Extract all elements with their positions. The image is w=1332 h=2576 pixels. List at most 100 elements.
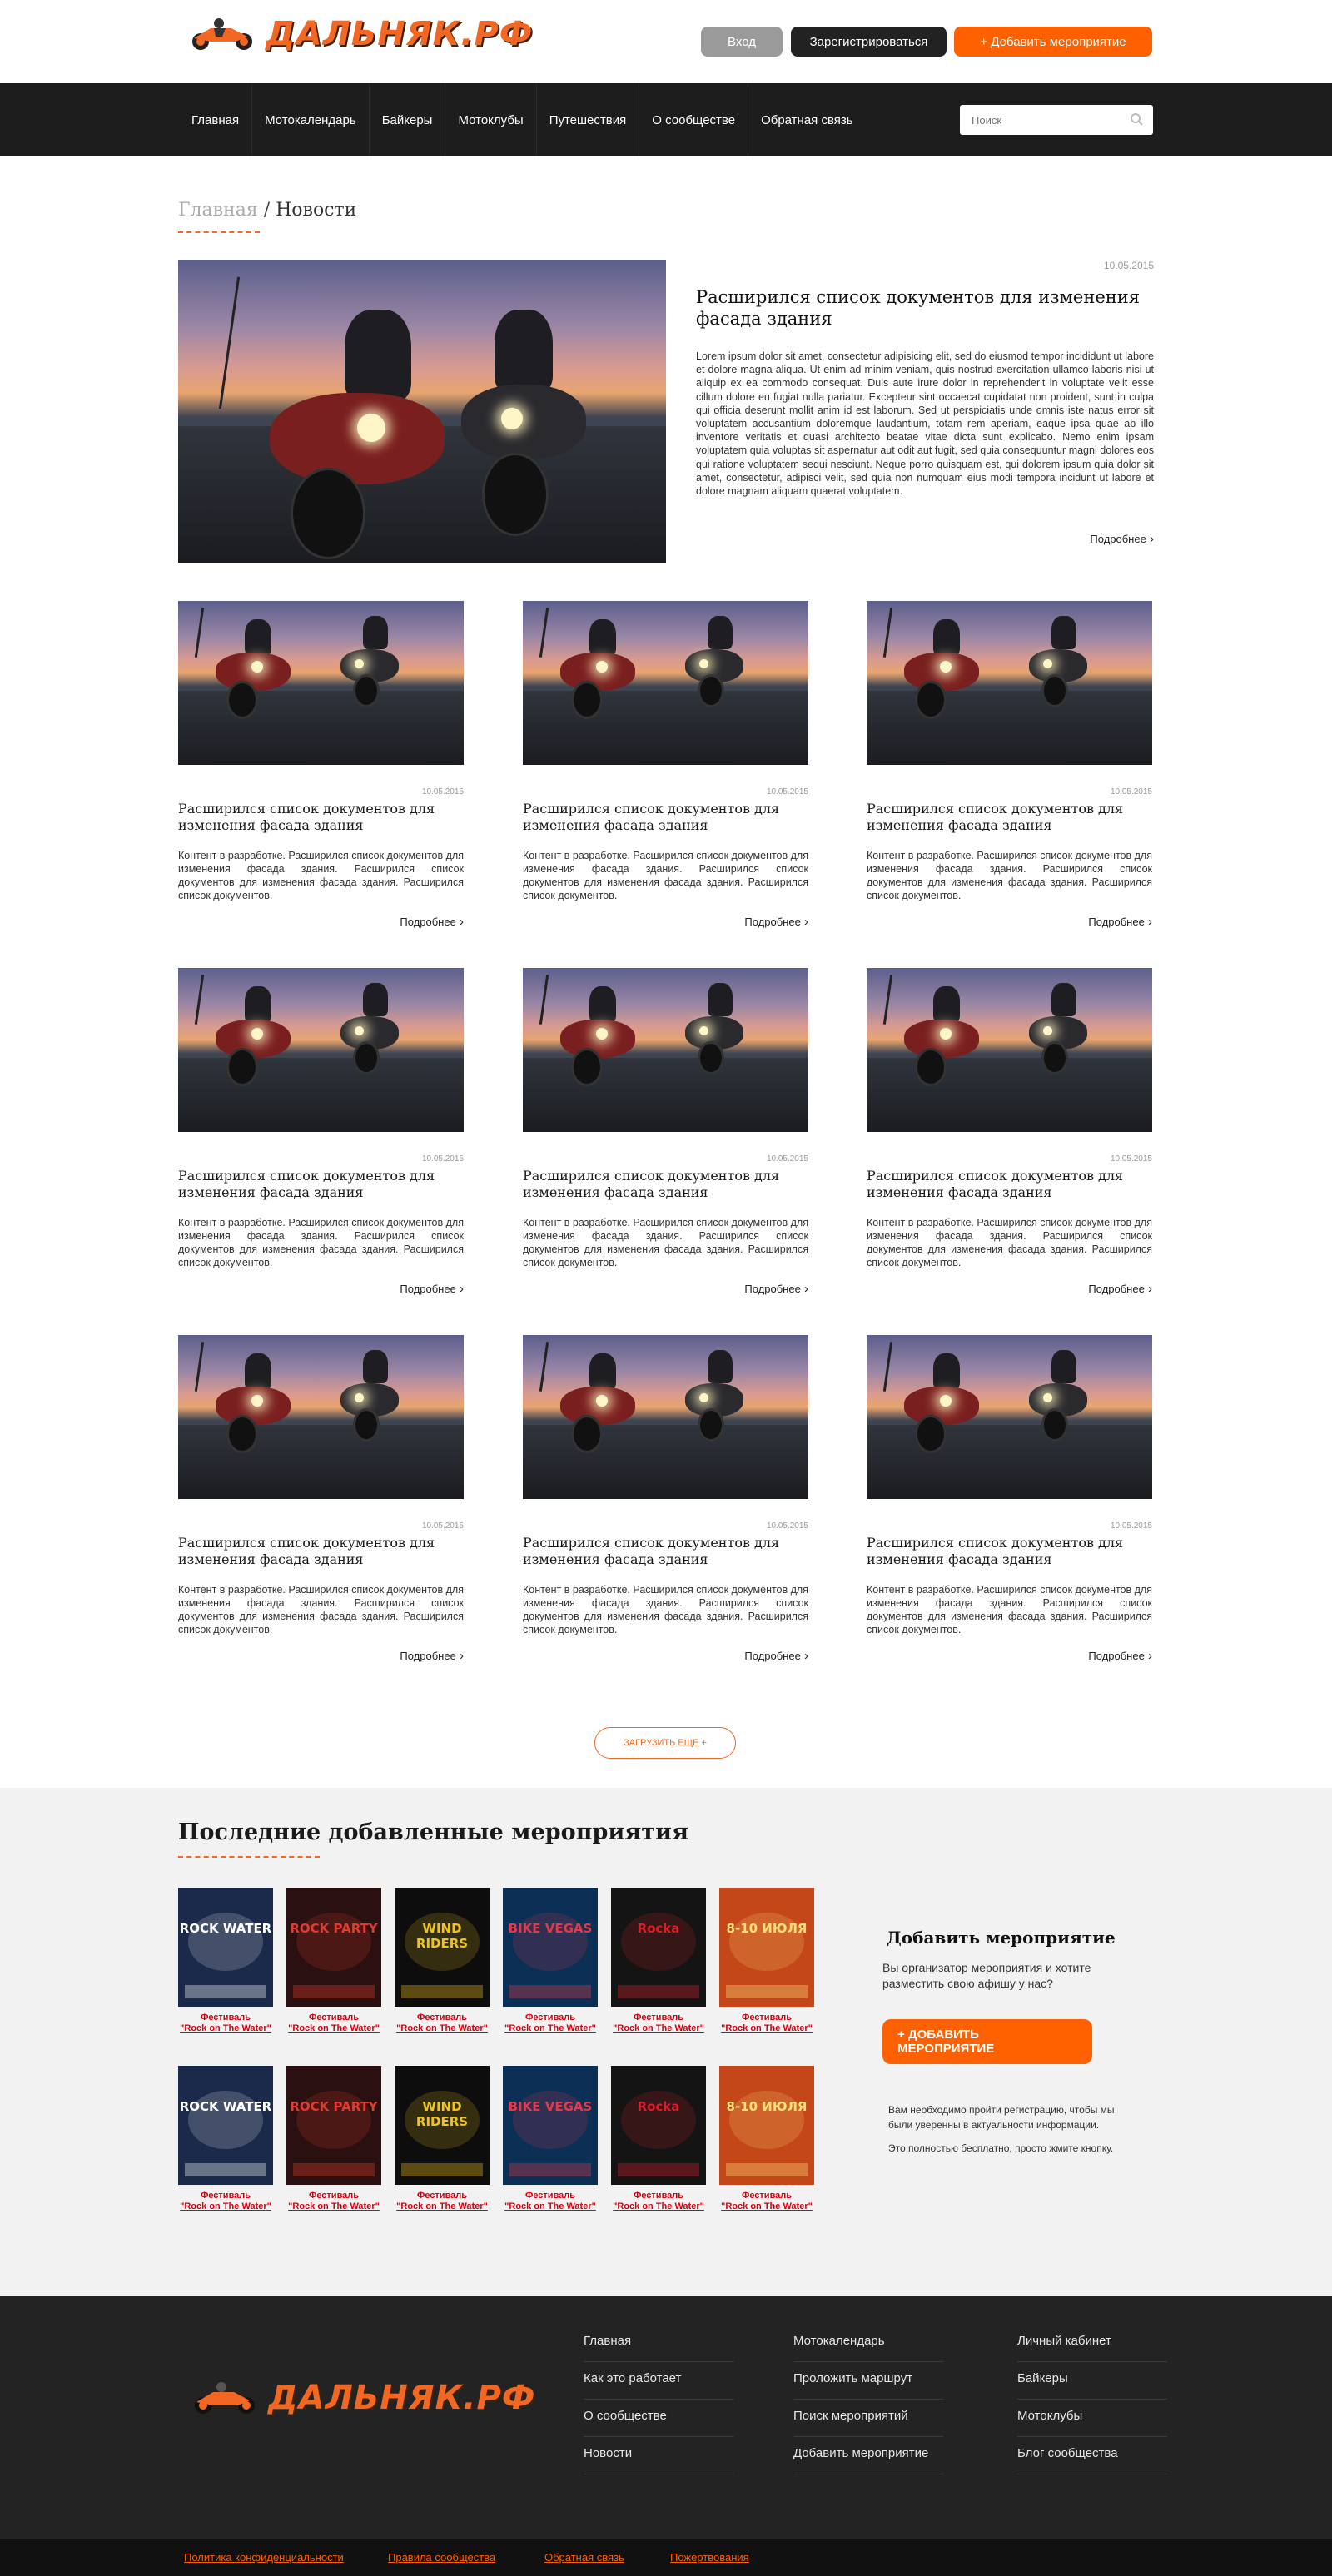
news-card-title[interactable]: Расширился список документов для изменен…: [523, 1535, 808, 1568]
news-card-text: Контент в разработке. Расширился список …: [178, 1584, 464, 1635]
event-poster-caption[interactable]: Фестиваль "Rock on The Water": [388, 2191, 496, 2212]
event-name: "Rock on The Water": [180, 2201, 271, 2211]
news-card-title[interactable]: Расширился список документов для изменен…: [178, 801, 464, 834]
event-poster[interactable]: 8-10 ИЮЛЯ: [719, 2066, 814, 2185]
event-type: Фестиваль: [741, 2013, 793, 2023]
footer-link-motoclubs[interactable]: Мотоклубы: [1017, 2400, 1167, 2437]
motorcycle-logo-icon: [186, 17, 261, 52]
site-logo[interactable]: ДАЛЬНЯК.РФ: [186, 15, 533, 53]
footer-link-account[interactable]: Личный кабинет: [1017, 2325, 1167, 2362]
footer-link-bikers[interactable]: Байкеры: [1017, 2362, 1167, 2400]
news-card-image[interactable]: [523, 968, 808, 1132]
load-more-button[interactable]: ЗАГРУЗИТЬ ЕЩЕ +: [594, 1727, 736, 1759]
add-event-header-button[interactable]: + Добавить мероприятие: [954, 27, 1152, 57]
news-card-title[interactable]: Расширился список документов для изменен…: [178, 1535, 464, 1568]
event-poster-caption[interactable]: Фестиваль "Rock on The Water": [496, 2013, 604, 2034]
event-poster-caption[interactable]: Фестиваль "Rock on The Water": [604, 2191, 713, 2212]
footer-logo[interactable]: ДАЛЬНЯК.РФ: [188, 2379, 535, 2417]
news-card-more-link[interactable]: Подробнее: [689, 915, 808, 929]
news-card-more-link[interactable]: Подробнее: [345, 1649, 464, 1663]
event-poster[interactable]: BIKE VEGAS: [503, 2066, 598, 2185]
event-poster-caption[interactable]: Фестиваль "Rock on The Water": [713, 2013, 821, 2034]
nav-item-bikers[interactable]: Байкеры: [370, 83, 446, 156]
news-card-image[interactable]: [867, 601, 1152, 765]
news-card-more-link[interactable]: Подробнее: [689, 1649, 808, 1663]
event-poster[interactable]: WIND RIDERS: [395, 2066, 490, 2185]
event-poster[interactable]: WIND RIDERS: [395, 1888, 490, 2007]
news-card-title[interactable]: Расширился список документов для изменен…: [523, 801, 808, 834]
event-poster[interactable]: Rocka: [611, 1888, 706, 2007]
footer-link-add-event[interactable]: Добавить мероприятие: [793, 2437, 943, 2474]
featured-news-text: Lorem ipsum dolor sit amet, consectetur …: [696, 350, 1154, 498]
add-event-button[interactable]: + ДОБАВИТЬ МЕРОПРИЯТИЕ: [882, 2019, 1092, 2064]
privacy-policy-link[interactable]: Политика конфиденциальности: [184, 2551, 344, 2564]
news-card-more-link[interactable]: Подробнее: [689, 1282, 808, 1296]
news-card-image[interactable]: [523, 601, 808, 765]
search-input[interactable]: [960, 105, 1118, 135]
news-card-title[interactable]: Расширился список документов для изменен…: [867, 801, 1152, 834]
news-card-title[interactable]: Расширился список документов для изменен…: [867, 1168, 1152, 1201]
footer-link-how-it-works[interactable]: Как это работает: [584, 2362, 733, 2400]
login-button[interactable]: Вход: [701, 27, 783, 57]
news-card-more-link[interactable]: Подробнее: [1033, 915, 1152, 929]
news-card-image[interactable]: [523, 1335, 808, 1499]
news-card: 10.05.2015 Расширился список документов …: [178, 1335, 464, 1668]
event-poster-caption[interactable]: Фестиваль "Rock on The Water": [171, 2013, 280, 2034]
donations-link[interactable]: Пожертвования: [670, 2551, 749, 2564]
event-poster[interactable]: 8-10 ИЮЛЯ: [719, 1888, 814, 2007]
news-card-image[interactable]: [178, 601, 464, 765]
news-card-title[interactable]: Расширился список документов для изменен…: [867, 1535, 1152, 1568]
featured-news-image[interactable]: [178, 260, 666, 563]
news-card-more-link[interactable]: Подробнее: [1033, 1282, 1152, 1296]
nav-item-motoclubs[interactable]: Мотоклубы: [445, 83, 537, 156]
footer-link-blog[interactable]: Блог сообщества: [1017, 2437, 1167, 2474]
event-poster-caption[interactable]: Фестиваль "Rock on The Water": [713, 2191, 821, 2212]
footer-link-motocalendar[interactable]: Мотокалендарь: [793, 2325, 943, 2362]
news-card-image[interactable]: [867, 1335, 1152, 1499]
event-poster-art-text: Rocka: [637, 1921, 680, 1936]
featured-news-title[interactable]: Расширился список документов для изменен…: [696, 286, 1154, 330]
nav-item-travel[interactable]: Путешествия: [537, 83, 640, 156]
event-poster-caption[interactable]: Фестиваль "Rock on The Water": [388, 2013, 496, 2034]
event-poster-art-text: ROCK WATER: [179, 2099, 272, 2114]
event-poster-caption[interactable]: Фестиваль "Rock on The Water": [280, 2013, 388, 2034]
breadcrumb-home[interactable]: Главная: [178, 200, 258, 221]
event-poster[interactable]: ROCK PARTY: [286, 2066, 381, 2185]
footer-link-route[interactable]: Проложить маршрут: [793, 2362, 943, 2400]
news-card-more-link[interactable]: Подробнее: [345, 915, 464, 929]
footer-link-home[interactable]: Главная: [584, 2325, 733, 2362]
news-card: 10.05.2015 Расширился список документов …: [867, 601, 1152, 934]
news-card-image[interactable]: [178, 968, 464, 1132]
nav-item-home[interactable]: Главная: [179, 83, 253, 156]
nav-item-about[interactable]: О сообществе: [639, 83, 749, 156]
feedback-link[interactable]: Обратная связь: [544, 2551, 624, 2564]
footer-link-event-search[interactable]: Поиск мероприятий: [793, 2400, 943, 2437]
footer-link-news[interactable]: Новости: [584, 2437, 733, 2474]
event-poster[interactable]: ROCK WATER: [178, 1888, 273, 2007]
event-poster[interactable]: BIKE VEGAS: [503, 1888, 598, 2007]
news-card-text: Контент в разработке. Расширился список …: [867, 850, 1152, 901]
news-card-image[interactable]: [867, 968, 1152, 1132]
featured-news-more-link[interactable]: Подробнее: [1041, 532, 1154, 546]
register-button[interactable]: Зарегистрироваться: [791, 27, 947, 57]
news-card-title[interactable]: Расширился список документов для изменен…: [178, 1168, 464, 1201]
news-card: 10.05.2015 Расширился список документов …: [178, 968, 464, 1301]
event-poster-caption[interactable]: Фестиваль "Rock on The Water": [280, 2191, 388, 2212]
news-card-date: 10.05.2015: [1110, 787, 1152, 797]
nav-item-motocalendar[interactable]: Мотокалендарь: [252, 83, 370, 156]
event-poster[interactable]: Rocka: [611, 2066, 706, 2185]
news-card-more-link[interactable]: Подробнее: [1033, 1649, 1152, 1663]
news-card-title[interactable]: Расширился список документов для изменен…: [523, 1168, 808, 1201]
community-rules-link[interactable]: Правила сообщества: [388, 2551, 495, 2564]
event-poster[interactable]: ROCK WATER: [178, 2066, 273, 2185]
top-bar: ДАЛЬНЯК.РФ Вход Зарегистрироваться + Доб…: [0, 0, 1332, 83]
event-poster[interactable]: ROCK PARTY: [286, 1888, 381, 2007]
event-poster-caption[interactable]: Фестиваль "Rock on The Water": [171, 2191, 280, 2212]
news-card-image[interactable]: [178, 1335, 464, 1499]
footer-link-about[interactable]: О сообществе: [584, 2400, 733, 2437]
event-poster-caption[interactable]: Фестиваль "Rock on The Water": [496, 2191, 604, 2212]
event-poster-caption[interactable]: Фестиваль "Rock on The Water": [604, 2013, 713, 2034]
search-icon[interactable]: [1130, 112, 1143, 130]
nav-item-feedback[interactable]: Обратная связь: [748, 83, 866, 156]
news-card-more-link[interactable]: Подробнее: [345, 1282, 464, 1296]
